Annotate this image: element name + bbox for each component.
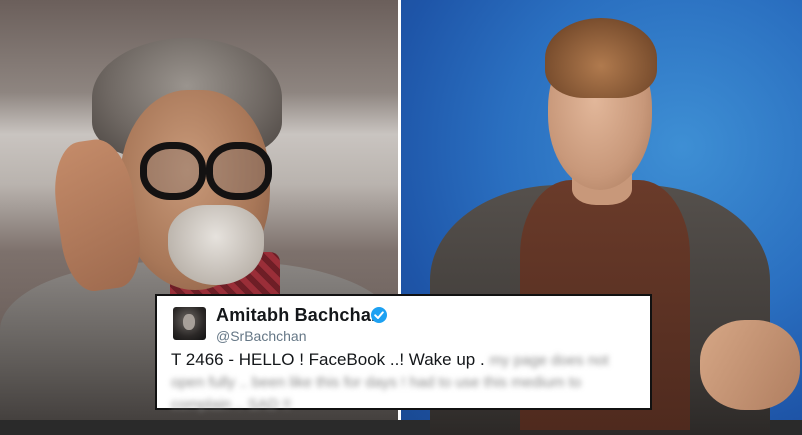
tweet-author-name[interactable]: Amitabh Bachchan: [216, 305, 382, 326]
tweet-text-visible: T 2466 - HELLO ! FaceBook ..! Wake up .: [171, 350, 485, 369]
avatar-face: [183, 314, 195, 330]
right-person-hand: [700, 320, 800, 410]
left-person-glasses-right-lens: [206, 142, 272, 200]
right-person-hair: [545, 18, 657, 98]
profile-avatar[interactable]: [173, 307, 206, 340]
left-person-beard: [168, 205, 264, 285]
left-person-glasses-left-lens: [140, 142, 206, 200]
tweet-text: T 2466 - HELLO ! FaceBook ..! Wake up . …: [171, 349, 641, 415]
tweet-card: Amitabh Bachchan @SrBachchan T 2466 - HE…: [155, 294, 652, 413]
tweet-author-handle[interactable]: @SrBachchan: [216, 328, 306, 344]
verified-badge-icon: [371, 307, 387, 323]
